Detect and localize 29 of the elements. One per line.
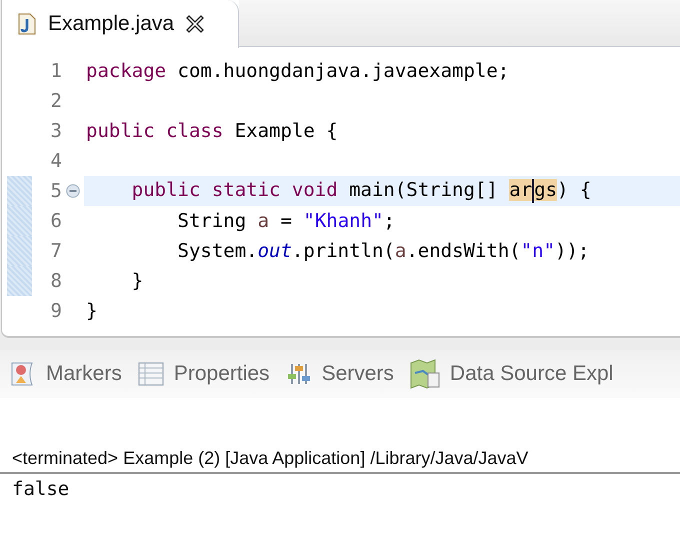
collapse-icon[interactable] <box>66 184 80 198</box>
line-number: 1 <box>50 60 62 82</box>
line-number: 2 <box>50 90 62 112</box>
console-header: <terminated> Example (2) [Java Application] /Library/Java/JavaV <box>0 448 680 474</box>
tab-title: Example.java <box>48 12 174 36</box>
code-line: } <box>130 270 144 292</box>
code-line: System.out.println(a.endsWith("n")); <box>176 240 590 262</box>
close-icon[interactable] <box>186 15 204 33</box>
line-number: 7 <box>50 240 62 262</box>
console-output: false <box>11 477 70 502</box>
view-tab[interactable]: Properties <box>138 362 270 386</box>
code-line: package com.huongdanjava.javaexample; <box>86 60 510 82</box>
view-tab[interactable]: Servers <box>286 362 394 386</box>
sliders-icon <box>286 362 312 386</box>
view-tab[interactable]: Markers <box>10 361 122 387</box>
line-number: 8 <box>50 270 62 292</box>
code-line: } <box>86 300 98 322</box>
table-icon <box>138 362 164 386</box>
view-tab[interactable]: Data Source Expl <box>410 359 614 389</box>
line-number: 5 <box>50 180 62 202</box>
code-line: public class Example { <box>86 120 338 142</box>
code-line: String a = "Khanh"; <box>176 210 395 232</box>
java-file-icon <box>18 13 36 35</box>
line-number: 3 <box>50 120 62 142</box>
map-icon <box>410 359 440 389</box>
line-number: 6 <box>50 210 62 232</box>
line-number: 4 <box>50 150 62 172</box>
code-line: public static void main(String[] args) { <box>130 179 592 203</box>
line-number: 9 <box>50 300 62 322</box>
